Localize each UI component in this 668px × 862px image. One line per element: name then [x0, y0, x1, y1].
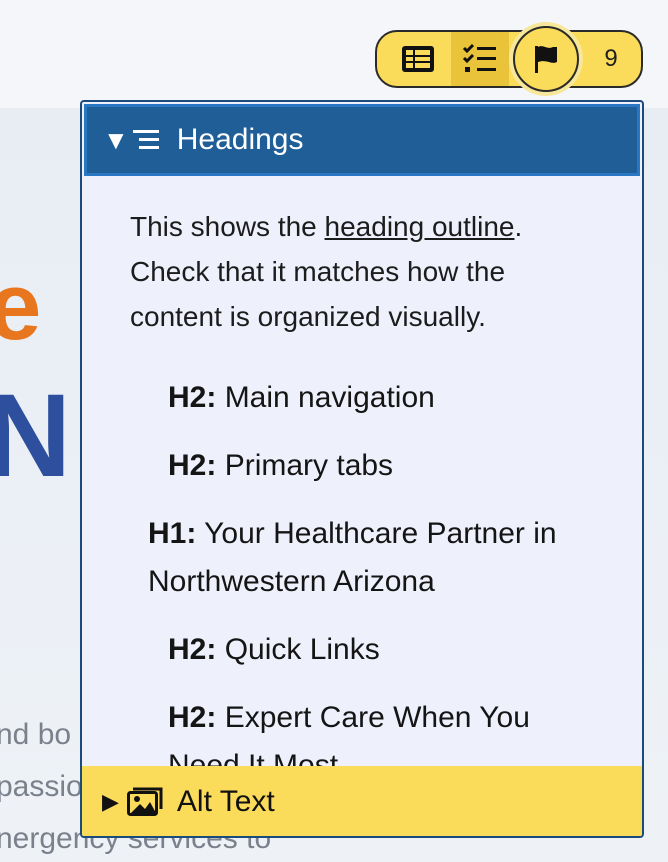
triangle-right-icon: ▶: [102, 789, 119, 814]
heading-level: H2:: [168, 633, 217, 666]
checklist-button[interactable]: [451, 32, 509, 86]
alt-text-title: Alt Text: [176, 785, 275, 818]
headings-panel: ▼ Headings This shows the heading outlin…: [80, 100, 644, 838]
headings-title: Headings: [176, 123, 304, 156]
triangle-down-icon: ▼: [103, 124, 129, 155]
images-icon: [126, 787, 163, 816]
list-icon: [132, 130, 159, 149]
issue-count: 9: [604, 45, 618, 72]
heading-text: Quick Links: [224, 633, 380, 666]
heading-text: Primary tabs: [224, 449, 394, 482]
flag-icon: [535, 46, 557, 73]
headings-intro-text: This shows the heading outline. Check th…: [130, 204, 600, 339]
heading-item[interactable]: H2: Quick Links: [168, 626, 380, 674]
heading-item[interactable]: H1: Your Healthcare Partner in Northwest…: [148, 510, 618, 606]
checklist-icon: [462, 43, 496, 72]
heading-outline-link[interactable]: heading outline: [325, 211, 515, 242]
heading-level: H2:: [168, 381, 217, 414]
heading-text: Main navigation: [224, 381, 435, 414]
heading-item[interactable]: H2: Main navigation: [168, 374, 435, 422]
headings-section-toggle[interactable]: ▼ Headings: [84, 104, 640, 176]
body-text-line-2: passio: [0, 770, 83, 803]
intro-text-start: This shows the: [130, 211, 325, 242]
heading-level: H1:: [148, 517, 197, 550]
table-view-button[interactable]: [385, 32, 451, 86]
heading-level: H2:: [168, 449, 217, 482]
heading-item[interactable]: H2: Primary tabs: [168, 442, 393, 490]
alt-text-section-toggle[interactable]: ▶ Alt Text: [82, 766, 642, 836]
heading-text: Your Healthcare Partner in Northwestern …: [148, 517, 557, 598]
table-icon: [402, 46, 434, 72]
issues-flag-button[interactable]: [513, 26, 579, 92]
accessibility-toolbar: 9: [375, 26, 643, 92]
heading-level: H2:: [168, 701, 217, 734]
body-text-line-1: nd bo: [0, 718, 72, 751]
hero-title-fragment: e: [0, 253, 42, 360]
hero-title-fragment-2: N: [0, 370, 72, 502]
